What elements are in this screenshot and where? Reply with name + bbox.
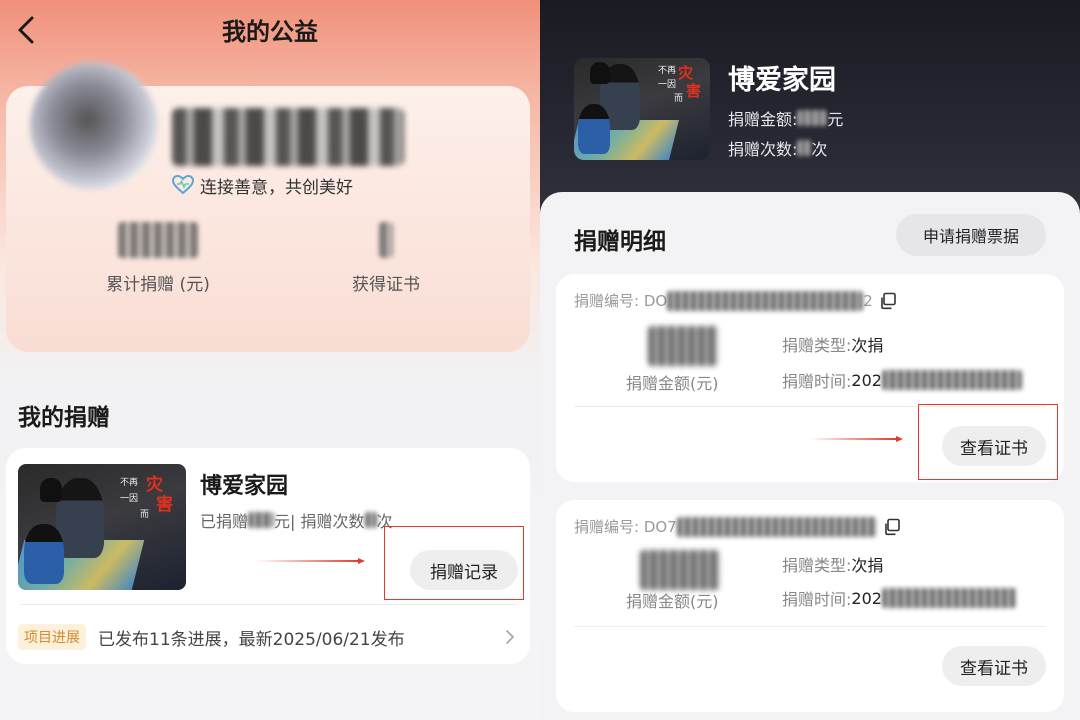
time-redacted (881, 370, 1022, 390)
chevron-right-icon (506, 630, 515, 644)
donation-number-redacted (676, 516, 877, 537)
arrow-line (256, 560, 360, 562)
caption-text: 一因 (120, 494, 139, 504)
stat-total-donation[interactable]: 累计捐赠 (元) (58, 222, 258, 295)
time-label: 捐赠时间: (782, 590, 852, 609)
donation-card[interactable]: 不再 一因 而 灾 害 博爱家园 已捐赠 元 | 捐赠次数 次 捐赠记录 项目进… (6, 448, 530, 664)
detail-title: 捐赠明细 (574, 229, 666, 255)
right-panel: 不再 一因 而 灾 害 博爱家园 捐赠金额: 元 捐赠次数: 次 捐赠明细 申请… (540, 0, 1080, 720)
caption-text: 一因 (658, 80, 677, 90)
donation-number-label: 捐赠编号: DO7 (574, 518, 677, 536)
amount-label: 捐赠金额: (728, 110, 798, 129)
count-label: 捐赠次数: (728, 140, 798, 159)
slogan: 连接善意，共创美好 (172, 172, 353, 198)
thumbnail-child (24, 524, 64, 584)
caption-text: 害 (156, 495, 173, 515)
caption-text: 而 (140, 510, 150, 520)
copy-icon[interactable] (883, 518, 901, 536)
project-amount: 捐赠金额: 元 (728, 106, 843, 130)
stat-value-redacted (118, 222, 198, 258)
arrow-head-icon (896, 436, 903, 442)
thumbnail-caption: 不再 一因 而 灾 害 (118, 472, 178, 524)
type-label: 捐赠类型: (782, 556, 852, 575)
project-thumbnail: 不再 一因 而 灾 害 (18, 464, 186, 590)
time-label: 捐赠时间: (782, 372, 852, 391)
username-redacted (172, 108, 404, 166)
donation-record-card: 捐赠编号: DO 2 捐赠金额(元) 捐赠类型: 次捐 捐赠时间: 202 查看… (556, 274, 1064, 482)
caption-text: 而 (674, 94, 684, 104)
highlight-box (918, 404, 1058, 480)
caption-text: 灾 (146, 475, 163, 495)
amount-label: 捐赠金额(元) (626, 592, 719, 611)
amount-redacted (648, 326, 718, 366)
donation-detail-sheet: 捐赠明细 申请捐赠票据 捐赠编号: DO 2 捐赠金额(元) 捐赠类型: 次捐 … (540, 192, 1080, 720)
time-redacted (881, 588, 1016, 608)
donated-unit: 元 (274, 512, 291, 531)
progress-text: 已发布11条进展，最新2025/06/21发布 (98, 629, 405, 650)
stat-label: 获得证书 (352, 275, 420, 295)
project-title: 博爱家园 (200, 474, 289, 499)
count-redacted (364, 512, 377, 528)
stat-label: 累计捐赠 (元) (106, 275, 210, 295)
amount-redacted (797, 110, 828, 126)
caption-text: 灾 (678, 64, 694, 82)
thumbnail-child (590, 62, 610, 84)
stat-value-redacted (379, 222, 393, 258)
donation-time: 捐赠时间: 202 (782, 586, 1016, 610)
donated-label: 已捐赠 (200, 512, 249, 531)
project-title: 博爱家园 (728, 65, 836, 96)
divider (574, 626, 1046, 627)
count-label: | 捐赠次数 (290, 512, 365, 531)
count-redacted (797, 140, 812, 156)
type-value: 次捐 (851, 556, 884, 575)
project-count: 捐赠次数: 次 (728, 136, 827, 160)
donation-record-card: 捐赠编号: DO7 捐赠金额(元) 捐赠类型: 次捐 捐赠时间: 202 查看证… (556, 500, 1064, 712)
thumbnail-caption: 不再 一因 而 灾 害 (656, 62, 706, 108)
donation-summary: 已捐赠 元 | 捐赠次数 次 (200, 508, 393, 532)
donation-type: 捐赠类型: 次捐 (782, 332, 883, 356)
stat-certificates[interactable]: 获得证书 (286, 222, 486, 295)
arrow-line (810, 438, 896, 440)
donation-type: 捐赠类型: 次捐 (782, 552, 883, 576)
donation-number: 捐赠编号: DO7 (574, 516, 901, 537)
donation-number: 捐赠编号: DO 2 (574, 290, 897, 311)
project-thumbnail: 不再 一因 而 灾 害 (574, 58, 710, 160)
page-title: 我的公益 (222, 18, 318, 46)
heart-icon (172, 175, 194, 195)
amount-redacted (640, 550, 720, 590)
donation-time: 捐赠时间: 202 (782, 368, 1022, 392)
copy-icon[interactable] (879, 292, 897, 310)
section-title-my-donations: 我的捐赠 (18, 405, 110, 431)
time-value: 202 (851, 370, 882, 390)
view-certificate-button[interactable]: 查看证书 (942, 646, 1046, 686)
caption-text: 不再 (658, 66, 677, 76)
time-value: 202 (851, 588, 882, 608)
amount-label: 捐赠金额(元) (626, 374, 719, 393)
avatar[interactable] (30, 62, 158, 190)
amount-unit: 元 (827, 110, 844, 129)
caption-text: 害 (686, 82, 702, 100)
left-panel: 我的公益 连接善意，共创美好 累计捐赠 (元) 获得证书 我的捐赠 不再 一因 … (0, 0, 540, 720)
slogan-text: 连接善意，共创美好 (200, 177, 353, 198)
project-progress-row[interactable]: 项目进展 已发布11条进展，最新2025/06/21发布 (18, 620, 518, 654)
progress-badge: 项目进展 (18, 624, 86, 650)
highlight-box (384, 526, 524, 600)
donation-number-label: 捐赠编号: DO (574, 292, 668, 310)
donation-number-redacted (667, 290, 864, 311)
thumbnail-child (40, 478, 62, 502)
caption-text: 不再 (120, 478, 139, 488)
thumbnail-child (578, 104, 610, 154)
arrow-head-icon (358, 558, 365, 564)
profile-card: 连接善意，共创美好 累计捐赠 (元) 获得证书 (6, 62, 530, 352)
count-unit: 次 (811, 140, 828, 159)
apply-receipt-button[interactable]: 申请捐赠票据 (896, 214, 1046, 256)
amount-redacted (248, 512, 275, 528)
divider (20, 604, 516, 605)
type-value: 次捐 (851, 336, 884, 355)
type-label: 捐赠类型: (782, 336, 852, 355)
donation-number-suffix: 2 (863, 291, 873, 310)
